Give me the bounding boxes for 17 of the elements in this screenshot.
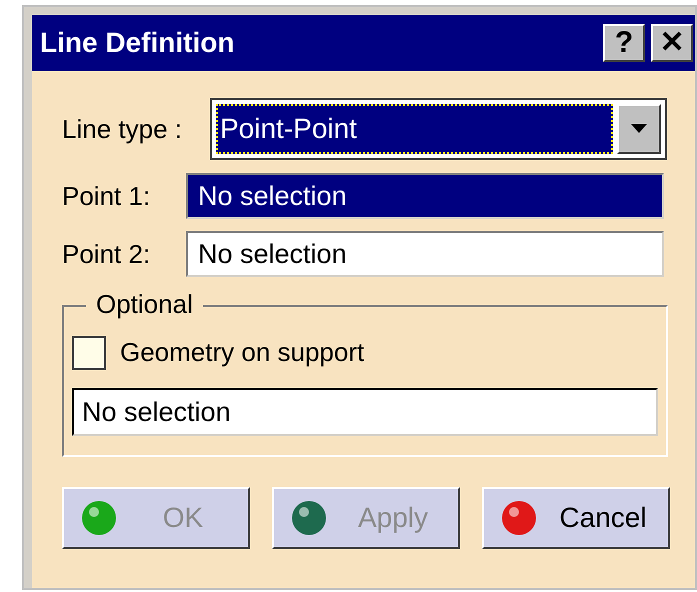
ball-icon <box>290 499 328 537</box>
support-field[interactable]: No selection <box>72 388 658 436</box>
dropdown-caret-icon <box>617 104 661 154</box>
dialog-button[interactable]: Cancel <box>482 487 670 549</box>
checkbox-label: Geometry on support <box>120 336 364 369</box>
checkbox[interactable] <box>72 336 106 370</box>
point-field[interactable]: No selection <box>186 231 664 277</box>
line-type-dropdown[interactable]: Point-Point <box>210 98 667 160</box>
point-field[interactable]: No selection <box>186 173 664 219</box>
ball-icon <box>500 499 538 537</box>
title-bar-button[interactable]: ? <box>603 24 645 62</box>
window-title: Line Definition <box>40 26 236 60</box>
ball-icon <box>80 499 118 537</box>
field-label: Point 1: <box>62 180 152 212</box>
field-label: Line type : <box>62 112 183 146</box>
title-bar-button[interactable]: ✕ <box>651 24 693 62</box>
field-label: Point 2: <box>62 238 152 270</box>
